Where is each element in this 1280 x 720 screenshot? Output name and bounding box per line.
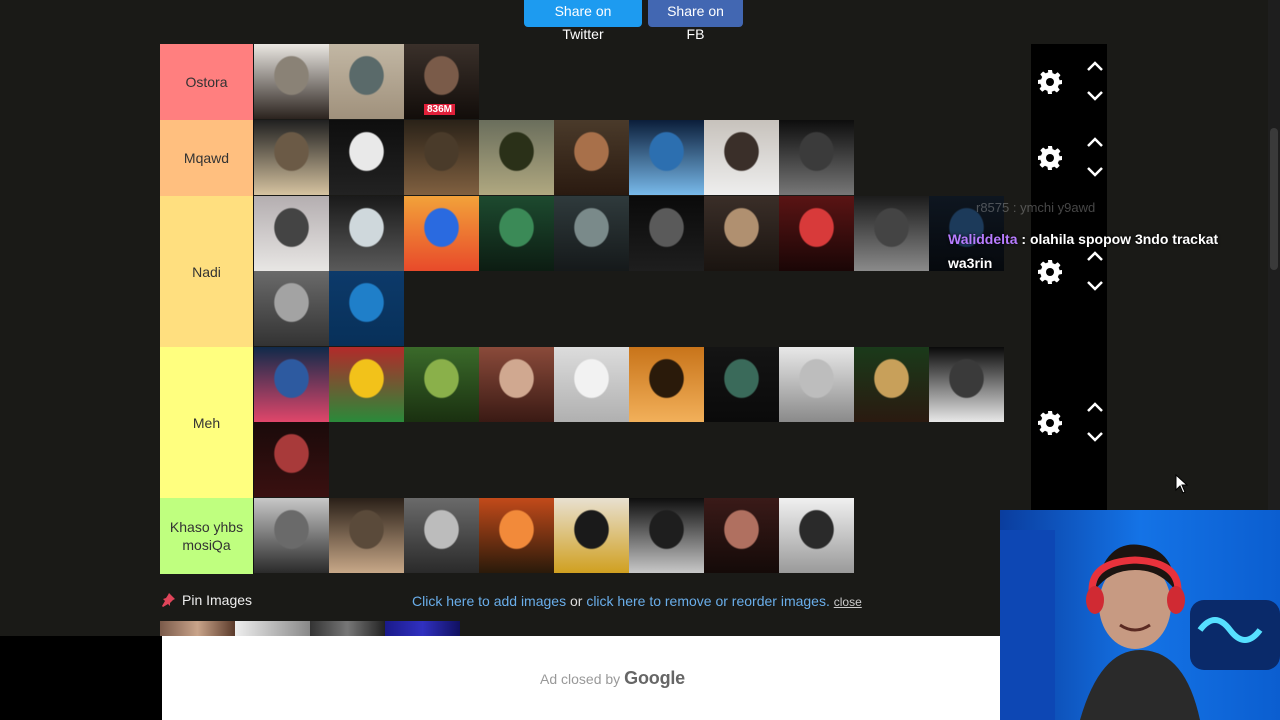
- artist-image[interactable]: [779, 120, 854, 195]
- chevron-up-icon[interactable]: [1086, 60, 1104, 72]
- tier-controls: [1031, 120, 1107, 196]
- artist-image[interactable]: [254, 120, 329, 195]
- chat-message: Waliddelta : olahila spopow 3ndo trackat…: [948, 227, 1258, 275]
- artist-image[interactable]: [779, 196, 854, 271]
- artist-image[interactable]: [329, 196, 404, 271]
- chevron-up-icon[interactable]: [1086, 136, 1104, 148]
- webcam-image: [1000, 510, 1280, 720]
- artist-image[interactable]: [254, 422, 329, 497]
- artist-image[interactable]: [854, 196, 929, 271]
- ad-left-margin: [0, 636, 162, 720]
- or-text: or: [566, 593, 587, 609]
- ad-closed-banner: Ad closed by Google: [162, 636, 1000, 720]
- artist-image[interactable]: [254, 196, 329, 271]
- tier-items[interactable]: [254, 120, 1031, 196]
- thumbnail[interactable]: [160, 621, 235, 636]
- gear-icon[interactable]: [1037, 145, 1063, 171]
- artist-image[interactable]: [404, 120, 479, 195]
- artist-image[interactable]: [779, 347, 854, 422]
- artist-image[interactable]: [554, 196, 629, 271]
- gear-icon[interactable]: [1037, 69, 1063, 95]
- tier-row: Khaso yhbs mosiQa: [160, 498, 1107, 574]
- page-scrollbar[interactable]: [1268, 0, 1280, 510]
- artist-image[interactable]: [329, 44, 404, 119]
- artist-image[interactable]: [254, 498, 329, 573]
- pin-images-row[interactable]: Pin Images: [160, 592, 252, 608]
- tier-items[interactable]: 836M: [254, 44, 1031, 120]
- ad-closed-message: Ad closed by Google: [540, 668, 685, 689]
- artist-image[interactable]: [254, 347, 329, 422]
- tier-label[interactable]: Nadi: [160, 196, 254, 347]
- artist-image[interactable]: [329, 498, 404, 573]
- mouse-cursor-icon: [1175, 474, 1189, 494]
- artist-image[interactable]: [404, 347, 479, 422]
- streamer-webcam: [1000, 510, 1280, 720]
- artist-image[interactable]: [254, 44, 329, 119]
- unassigned-thumbnail-strip: [160, 621, 460, 636]
- chat-faded-message: r8575 : ymchi y9awd: [976, 200, 1096, 215]
- tier-label[interactable]: Mqawd: [160, 120, 254, 196]
- artist-image[interactable]: [404, 196, 479, 271]
- ad-closed-text: Ad closed by: [540, 670, 621, 687]
- chevron-up-icon[interactable]: [1086, 401, 1104, 413]
- artist-image[interactable]: [329, 347, 404, 422]
- thumbnail[interactable]: [385, 621, 460, 636]
- artist-image[interactable]: [704, 498, 779, 573]
- tier-items[interactable]: [254, 196, 1031, 347]
- tier-label[interactable]: Meh: [160, 347, 254, 498]
- artist-image[interactable]: [629, 498, 704, 573]
- gear-icon[interactable]: [1037, 410, 1063, 436]
- tile-badge: 836M: [424, 104, 456, 115]
- tier-controls: [1031, 347, 1107, 498]
- scrollbar-thumb[interactable]: [1270, 128, 1278, 270]
- artist-image[interactable]: [479, 196, 554, 271]
- thumbnail[interactable]: [310, 621, 385, 636]
- artist-image[interactable]: [779, 498, 854, 573]
- share-twitter-button[interactable]: Share on Twitter: [524, 0, 642, 42]
- chevron-down-icon[interactable]: [1086, 431, 1104, 443]
- artist-image[interactable]: [929, 347, 1004, 422]
- artist-image[interactable]: [329, 120, 404, 195]
- thumbnail[interactable]: [235, 621, 310, 636]
- artist-image[interactable]: 836M: [404, 44, 479, 119]
- artist-image[interactable]: [629, 196, 704, 271]
- artist-image[interactable]: [629, 347, 704, 422]
- tier-label[interactable]: Khaso yhbs mosiQa: [160, 498, 254, 574]
- image-management-links: Click here to add images or click here t…: [412, 593, 862, 609]
- artist-image[interactable]: [404, 498, 479, 573]
- chevron-down-icon[interactable]: [1086, 280, 1104, 292]
- pin-images-label: Pin Images: [182, 592, 253, 608]
- share-facebook-button[interactable]: Share on FB: [648, 0, 743, 42]
- chat-username: Waliddelta: [948, 231, 1018, 247]
- artist-image[interactable]: [554, 347, 629, 422]
- tier-label[interactable]: Ostora: [160, 44, 254, 120]
- artist-image[interactable]: [629, 120, 704, 195]
- share-bar: Share on Twitter Share on FB: [524, 0, 743, 42]
- tier-items[interactable]: [254, 347, 1031, 498]
- pushpin-icon: [162, 593, 175, 607]
- artist-image[interactable]: [479, 347, 554, 422]
- artist-image[interactable]: [479, 498, 554, 573]
- tier-row: Mqawd: [160, 120, 1107, 196]
- artist-image[interactable]: [704, 196, 779, 271]
- artist-image[interactable]: [704, 120, 779, 195]
- tier-items[interactable]: [254, 498, 1031, 574]
- artist-image[interactable]: [854, 347, 929, 422]
- artist-image[interactable]: [554, 120, 629, 195]
- tier-row: Ostora 836M: [160, 44, 1107, 120]
- artist-image[interactable]: [704, 347, 779, 422]
- tier-controls: [1031, 44, 1107, 120]
- add-images-link[interactable]: Click here to add images: [412, 593, 566, 609]
- chevron-down-icon[interactable]: [1086, 166, 1104, 178]
- artist-image[interactable]: [254, 271, 329, 346]
- tier-row: Meh: [160, 347, 1107, 498]
- remove-reorder-link[interactable]: click here to remove or reorder images.: [586, 593, 830, 609]
- artist-image[interactable]: [479, 120, 554, 195]
- close-link[interactable]: close: [834, 595, 862, 609]
- artist-image[interactable]: [554, 498, 629, 573]
- chevron-down-icon[interactable]: [1086, 90, 1104, 102]
- artist-image[interactable]: [329, 271, 404, 346]
- google-logo: Google: [624, 668, 685, 688]
